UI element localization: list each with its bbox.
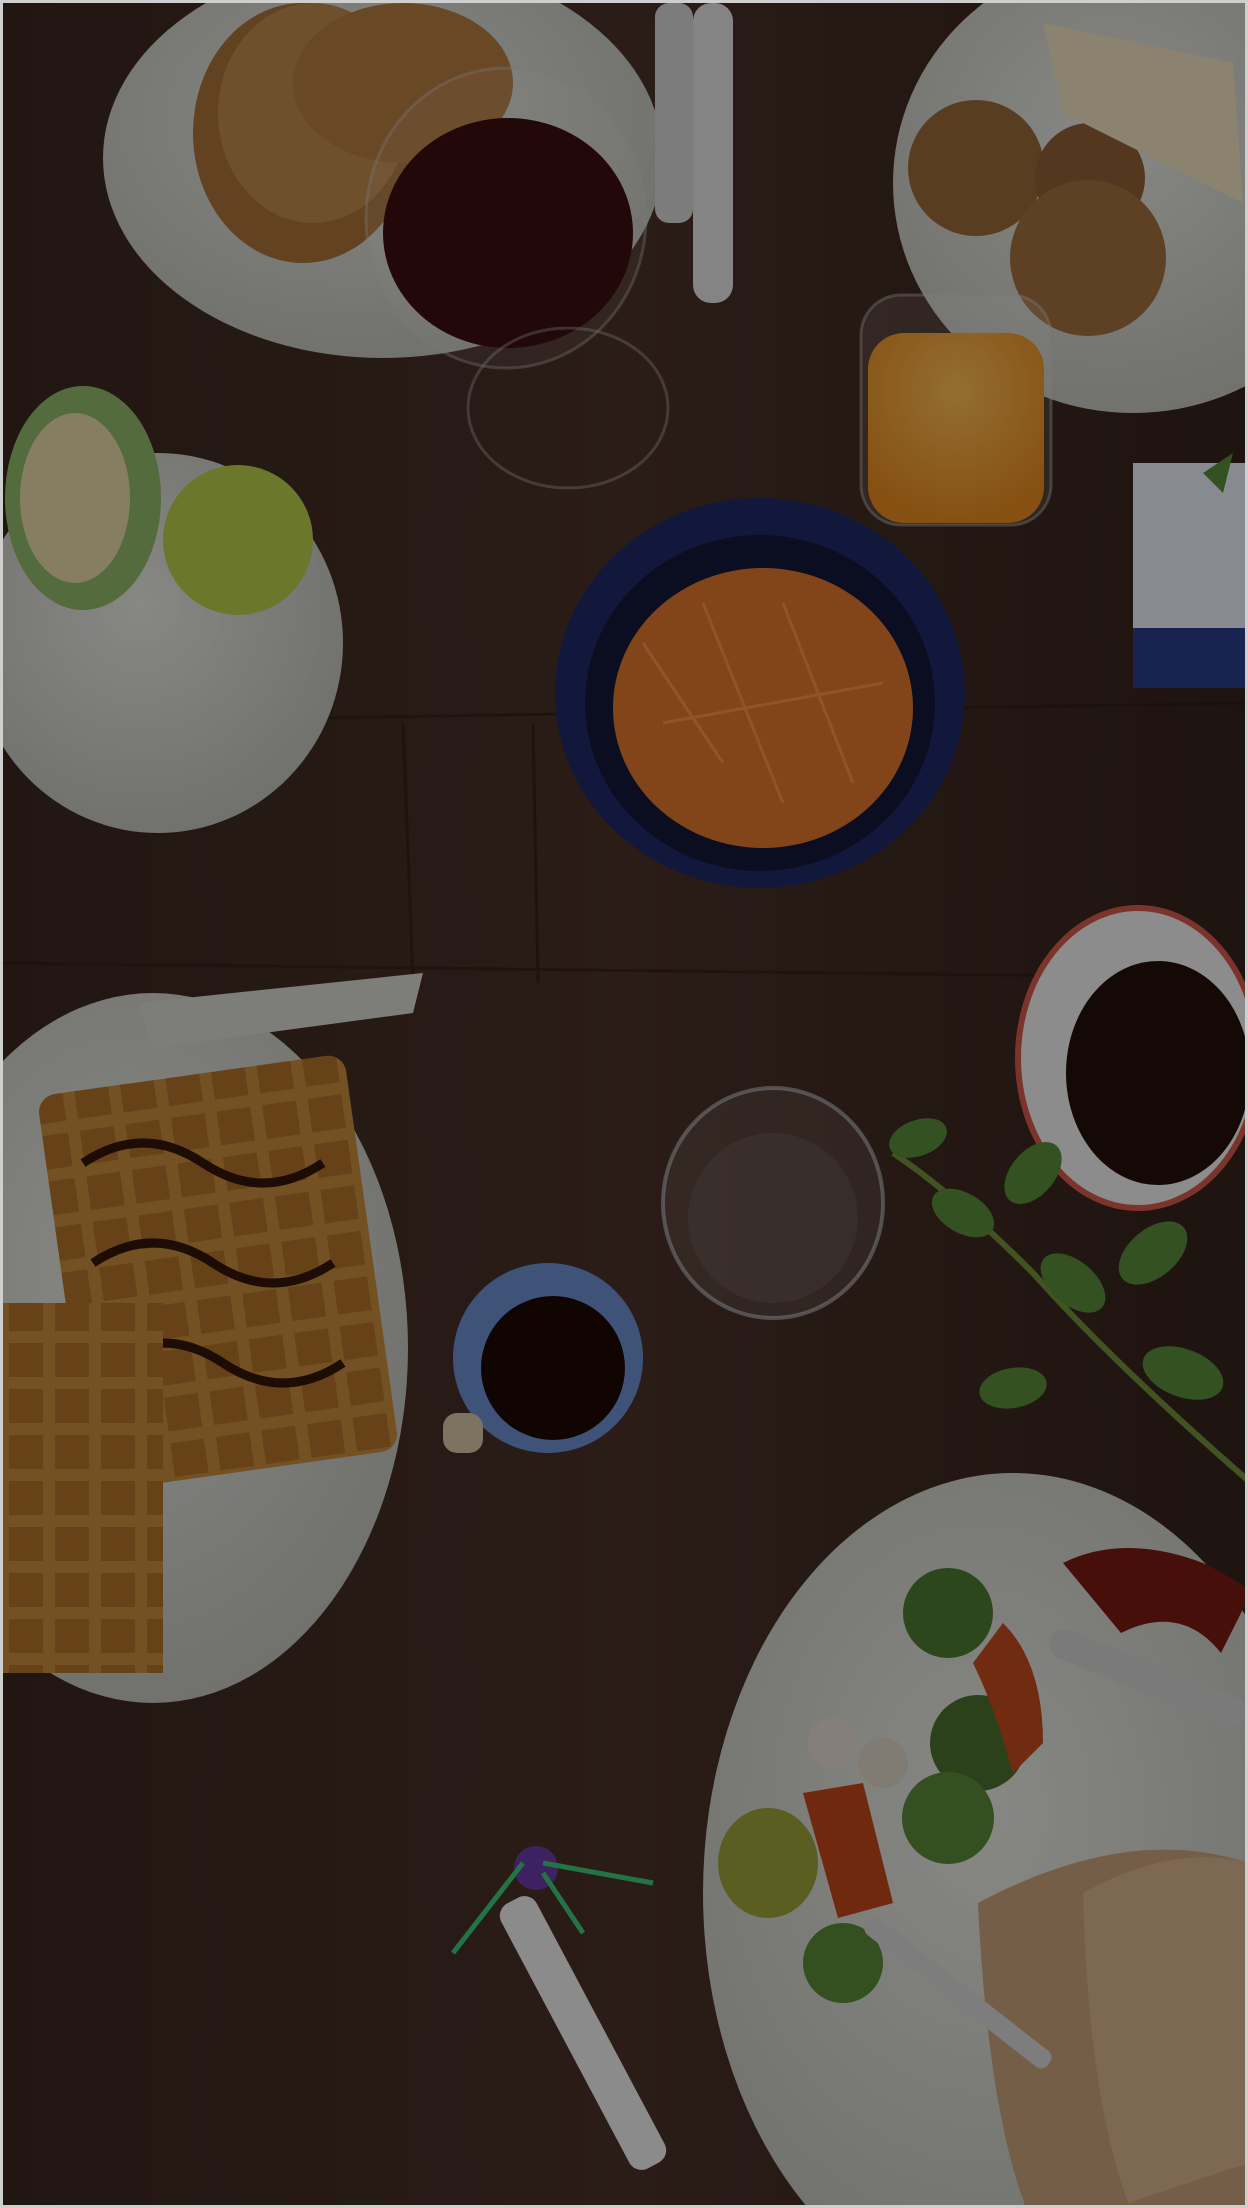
water-glass [661, 1086, 885, 1320]
food-table-photo [0, 0, 1248, 2208]
food-illustration [3, 3, 1245, 2205]
orange-juice-glass [859, 293, 1053, 527]
carrot-bowl [555, 498, 965, 888]
small-patterned-pot [1133, 453, 1245, 688]
